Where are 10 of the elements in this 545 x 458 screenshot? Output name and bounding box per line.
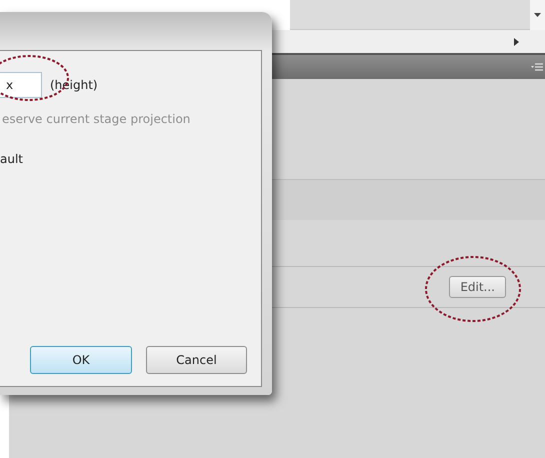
edit-button[interactable]: Edit... [449,276,506,298]
page-margin [0,395,9,458]
dropdown-arrow-icon[interactable] [534,13,541,17]
cancel-button[interactable]: Cancel [146,346,247,374]
height-input-field[interactable]: x [0,72,42,98]
ok-button[interactable]: OK [30,346,132,374]
play-arrow-icon[interactable] [514,38,519,46]
default-label: ault [0,152,24,166]
menu-icon[interactable] [531,63,543,71]
dropdown-field[interactable] [290,0,530,30]
